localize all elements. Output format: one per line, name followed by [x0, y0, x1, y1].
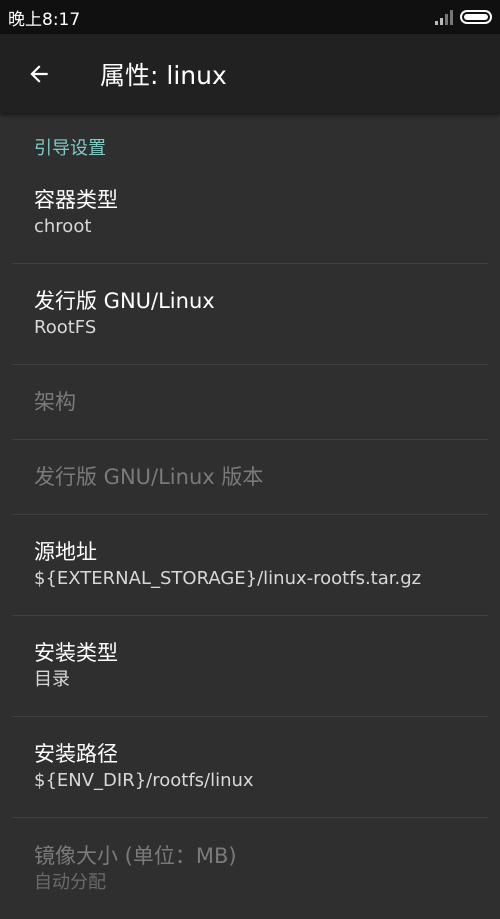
status-time: 晚上8:17 — [8, 9, 81, 30]
pref-summary: chroot — [34, 216, 92, 237]
pref-summary: RootFS — [34, 317, 97, 338]
pref-distribution[interactable]: 发行版 GNU/Linux RootFS — [12, 264, 488, 365]
pref-title: 发行版 GNU/Linux — [34, 289, 215, 313]
back-button[interactable] — [0, 34, 78, 113]
page-title: 属性: linux — [100, 60, 227, 90]
category-boot-settings: 引导设置 — [34, 138, 106, 159]
pref-title: 镜像大小 (单位：MB) — [34, 843, 237, 868]
status-bar: 晚上8:17 — [0, 0, 500, 34]
pref-title: 源地址 — [34, 540, 97, 564]
pref-summary: ${ENV_DIR}/rootfs/linux — [34, 770, 254, 791]
pref-summary: 自动分配 — [34, 871, 106, 893]
pref-title: 容器类型 — [34, 188, 118, 212]
pref-install-type[interactable]: 安装类型 目录 — [12, 616, 488, 717]
pref-image-size: 镜像大小 (单位：MB) 自动分配 — [12, 818, 488, 919]
preference-list: 引导设置 容器类型 chroot 发行版 GNU/Linux RootFS 架构… — [0, 113, 500, 919]
pref-title: 安装路径 — [34, 742, 118, 766]
pref-summary: 目录 — [34, 669, 70, 690]
pref-summary: ${EXTERNAL_STORAGE}/linux-rootfs.tar.gz — [34, 568, 422, 589]
pref-architecture: 架构 — [12, 365, 488, 440]
arrow-back-icon — [30, 64, 48, 83]
pref-title: 发行版 GNU/Linux 版本 — [34, 465, 264, 489]
pref-title: 架构 — [34, 390, 76, 414]
pref-distribution-version: 发行版 GNU/Linux 版本 — [12, 440, 488, 515]
pref-title: 安装类型 — [34, 641, 118, 665]
status-icons — [434, 9, 492, 25]
signal-icon — [435, 10, 453, 25]
pref-install-path[interactable]: 安装路径 ${ENV_DIR}/rootfs/linux — [12, 717, 488, 818]
battery-icon — [460, 10, 492, 24]
pref-container-type[interactable]: 容器类型 chroot — [12, 163, 488, 264]
toolbar: 属性: linux — [0, 34, 500, 113]
pref-source-url[interactable]: 源地址 ${EXTERNAL_STORAGE}/linux-rootfs.tar… — [12, 515, 488, 616]
